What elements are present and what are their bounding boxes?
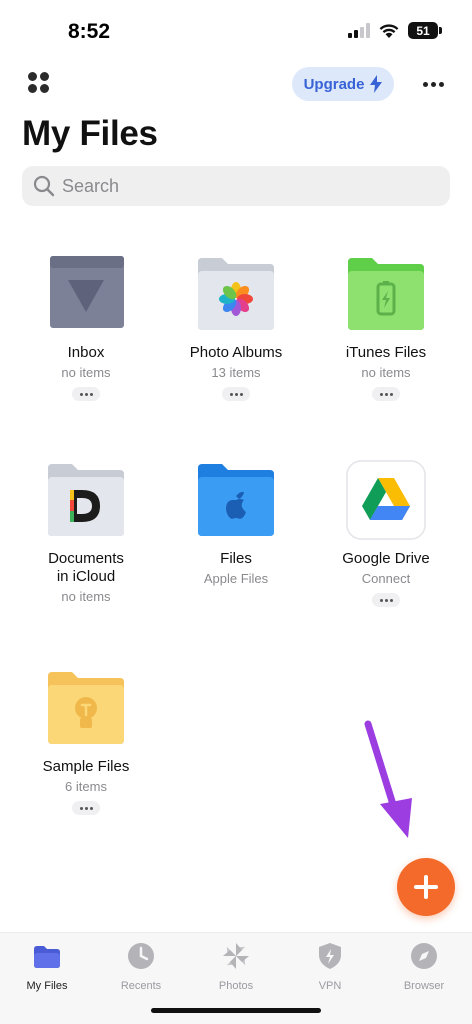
- google-drive-connection[interactable]: Google Drive Connect: [311, 460, 461, 607]
- page-title: My Files: [22, 114, 158, 153]
- item-name: Documents in iCloud: [48, 550, 124, 585]
- tab-label: Recents: [120, 980, 162, 992]
- tab-recents[interactable]: Recents: [96, 941, 186, 992]
- folder-inbox[interactable]: Inbox no items: [11, 254, 161, 401]
- item-name: Files: [220, 550, 252, 567]
- shield-icon: [319, 943, 341, 969]
- status-time: 8:52: [68, 20, 111, 43]
- item-more-button[interactable]: [222, 387, 250, 401]
- sample-files-folder-icon: [46, 668, 126, 748]
- item-name: Google Drive: [342, 550, 430, 567]
- folder-photo-albums[interactable]: Photo Albums 13 items: [161, 254, 311, 401]
- search-bar[interactable]: [22, 166, 450, 206]
- apps-grid-icon[interactable]: [28, 72, 52, 96]
- item-count: 6 items: [65, 779, 107, 794]
- inbox-folder-icon: [46, 254, 126, 334]
- item-more-button[interactable]: [372, 593, 400, 607]
- item-count: Apple Files: [203, 571, 269, 586]
- tab-vpn[interactable]: VPN: [285, 941, 375, 992]
- item-more-button[interactable]: [72, 387, 100, 401]
- top-bar: Upgrade: [0, 66, 472, 102]
- annotation-arrow-icon: [364, 720, 412, 838]
- item-name: Photo Albums: [189, 344, 283, 361]
- item-count: no items: [61, 365, 111, 380]
- tab-photos[interactable]: Photos: [191, 941, 281, 992]
- clock-icon: [128, 943, 154, 969]
- status-indicators: 51: [348, 22, 442, 39]
- search-input[interactable]: [62, 175, 422, 197]
- battery-indicator: 51: [408, 22, 442, 39]
- wifi-icon: [379, 23, 399, 38]
- pinwheel-icon: [223, 943, 249, 969]
- home-indicator: [151, 1008, 321, 1013]
- item-name: Sample Files: [42, 758, 130, 775]
- item-name: Inbox: [67, 344, 105, 361]
- compass-icon: [411, 943, 437, 969]
- tab-label: My Files: [26, 980, 68, 992]
- item-name: iTunes Files: [345, 344, 427, 361]
- add-button[interactable]: [397, 858, 455, 916]
- folder-files[interactable]: Files Apple Files: [161, 460, 311, 587]
- plus-icon: [414, 875, 438, 899]
- tab-label: Browser: [403, 980, 445, 992]
- item-count: no items: [61, 589, 111, 604]
- item-count: no items: [361, 365, 411, 380]
- folder-itunes-files[interactable]: iTunes Files no items: [311, 254, 461, 401]
- tab-browser[interactable]: Browser: [379, 941, 469, 992]
- status-bar: 8:52 51: [0, 0, 472, 62]
- more-options-icon[interactable]: [420, 72, 446, 96]
- google-drive-icon: [346, 460, 426, 540]
- search-icon: [33, 175, 55, 197]
- item-more-button[interactable]: [72, 801, 100, 815]
- photos-folder-icon: [196, 254, 276, 334]
- tab-label: Photos: [218, 980, 254, 992]
- itunes-folder-icon: [346, 254, 426, 334]
- item-more-button[interactable]: [372, 387, 400, 401]
- tab-label: VPN: [318, 980, 342, 992]
- item-status: Connect: [361, 571, 411, 586]
- item-count: 13 items: [211, 365, 261, 380]
- upgrade-button[interactable]: Upgrade: [292, 67, 394, 101]
- battery-level: 51: [416, 23, 430, 38]
- lightning-icon: [370, 75, 383, 93]
- folder-sample-files[interactable]: Sample Files 6 items: [11, 668, 161, 815]
- folder-documents-icloud[interactable]: Documents in iCloud no items: [11, 460, 161, 605]
- cellular-signal-icon: [348, 23, 370, 38]
- documents-folder-icon: [46, 460, 126, 540]
- tab-my-files[interactable]: My Files: [2, 941, 92, 992]
- upgrade-label: Upgrade: [303, 75, 365, 93]
- folder-icon: [34, 946, 60, 968]
- apple-files-folder-icon: [196, 460, 276, 540]
